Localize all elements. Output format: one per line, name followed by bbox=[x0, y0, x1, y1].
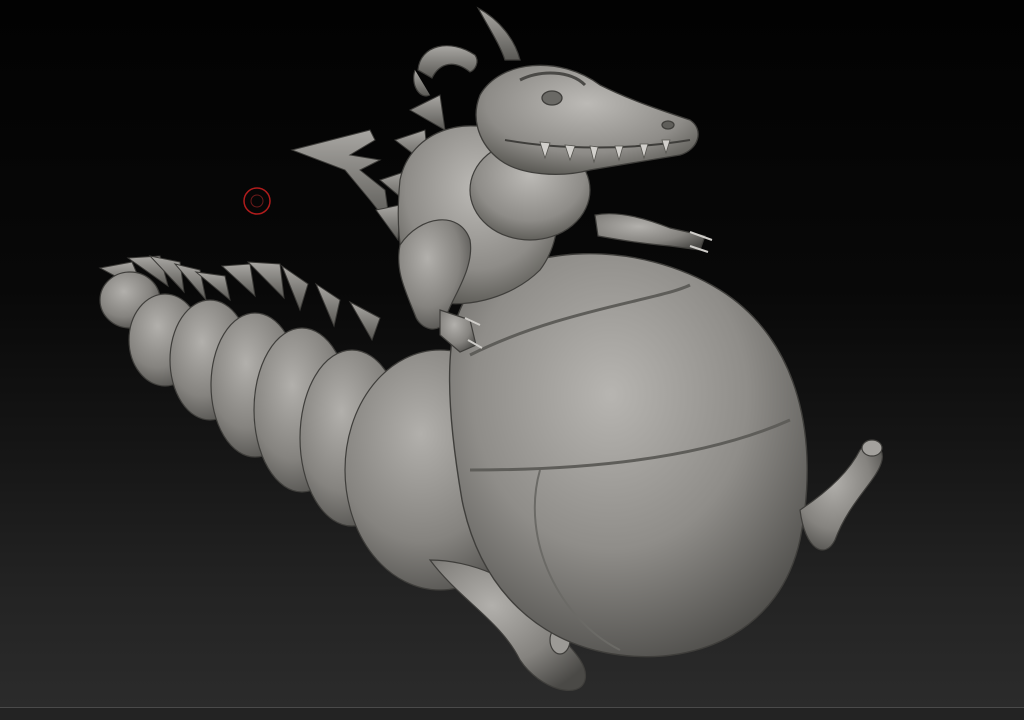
3d-viewport-canvas[interactable] bbox=[0, 0, 1024, 720]
brush-circle-icon[interactable] bbox=[242, 186, 272, 216]
viewport-bottom-border bbox=[0, 707, 1024, 720]
right-leg bbox=[799, 439, 883, 551]
wing bbox=[290, 129, 391, 227]
head bbox=[475, 64, 699, 175]
right-arm bbox=[594, 213, 713, 253]
dragon-sculpt-model[interactable] bbox=[0, 0, 1024, 720]
